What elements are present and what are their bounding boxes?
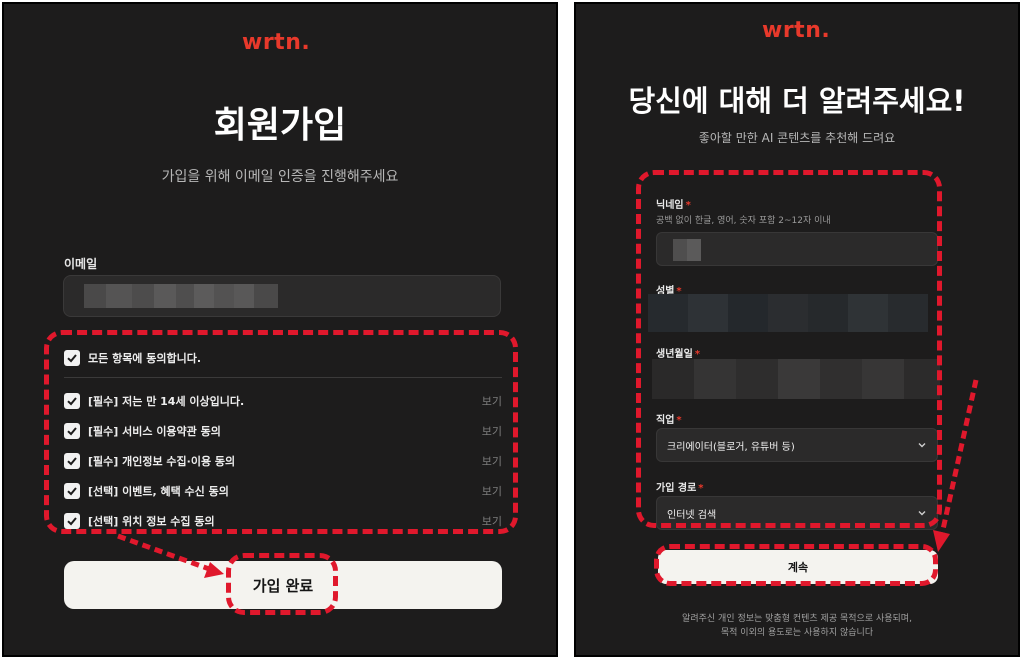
annotation-agreements-outline xyxy=(44,330,518,534)
signup-panel: wrtn. 회원가입 가입을 위해 이메일 인증을 진행해주세요 이메일 모든 … xyxy=(2,2,558,657)
wrtn-logo: wrtn. xyxy=(762,18,831,43)
annotation-arrow-icon xyxy=(117,533,224,578)
annotation-submit-outline xyxy=(226,553,338,615)
profile-panel: wrtn. 당신에 대해 더 알려주세요! 좋아할 만한 AI 콘텐츠를 추천해… xyxy=(574,2,1020,657)
email-field[interactable] xyxy=(63,275,501,317)
page-subtitle: 좋아할 만한 AI 콘텐츠를 추천해 드려요 xyxy=(698,131,896,145)
page-subtitle: 가입을 위해 이메일 인증을 진행해주세요 xyxy=(161,169,399,185)
privacy-notice: 알려주신 개인 정보는 맞춤형 컨텐츠 제공 목적으로 사용되며, 목적 이외의… xyxy=(576,612,1018,640)
email-redacted-value xyxy=(84,284,278,308)
annotation-form-outline xyxy=(636,170,942,528)
privacy-notice-line: 알려주신 개인 정보는 맞춤형 컨텐츠 제공 목적으로 사용되며, xyxy=(682,614,912,624)
page-title: 회원가입 xyxy=(213,105,347,146)
privacy-notice-line: 목적 이외의 용도로는 사용하지 않습니다 xyxy=(720,628,874,638)
annotation-continue-outline xyxy=(654,544,938,586)
page-title: 당신에 대해 더 알려주세요! xyxy=(628,84,966,118)
email-label: 이메일 xyxy=(64,257,98,271)
wrtn-logo: wrtn. xyxy=(242,30,311,55)
annotation-arrow-icon xyxy=(933,379,979,552)
